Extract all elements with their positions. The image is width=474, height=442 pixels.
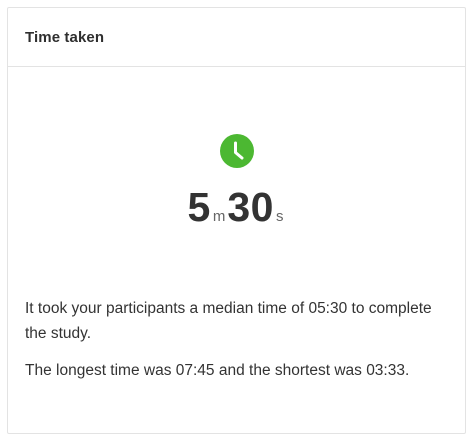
median-time-sentence: It took your participants a median time … — [25, 300, 432, 342]
median-duration: 5 m30 s — [8, 184, 465, 231]
summary-text: It took your participants a median time … — [25, 296, 445, 395]
duration-seconds-unit: s — [275, 208, 284, 225]
clock-icon — [220, 134, 254, 168]
duration-minutes: 5 — [187, 184, 211, 230]
duration-minutes-unit: m — [212, 208, 226, 225]
time-taken-card: Time taken 5 m30 s It took your participan… — [7, 7, 466, 434]
card-title: Time taken — [25, 28, 105, 46]
duration-seconds: 30 — [227, 184, 274, 230]
time-range-sentence: The longest time was 07:45 and the short… — [25, 362, 410, 379]
card-header: Time taken — [8, 8, 465, 67]
